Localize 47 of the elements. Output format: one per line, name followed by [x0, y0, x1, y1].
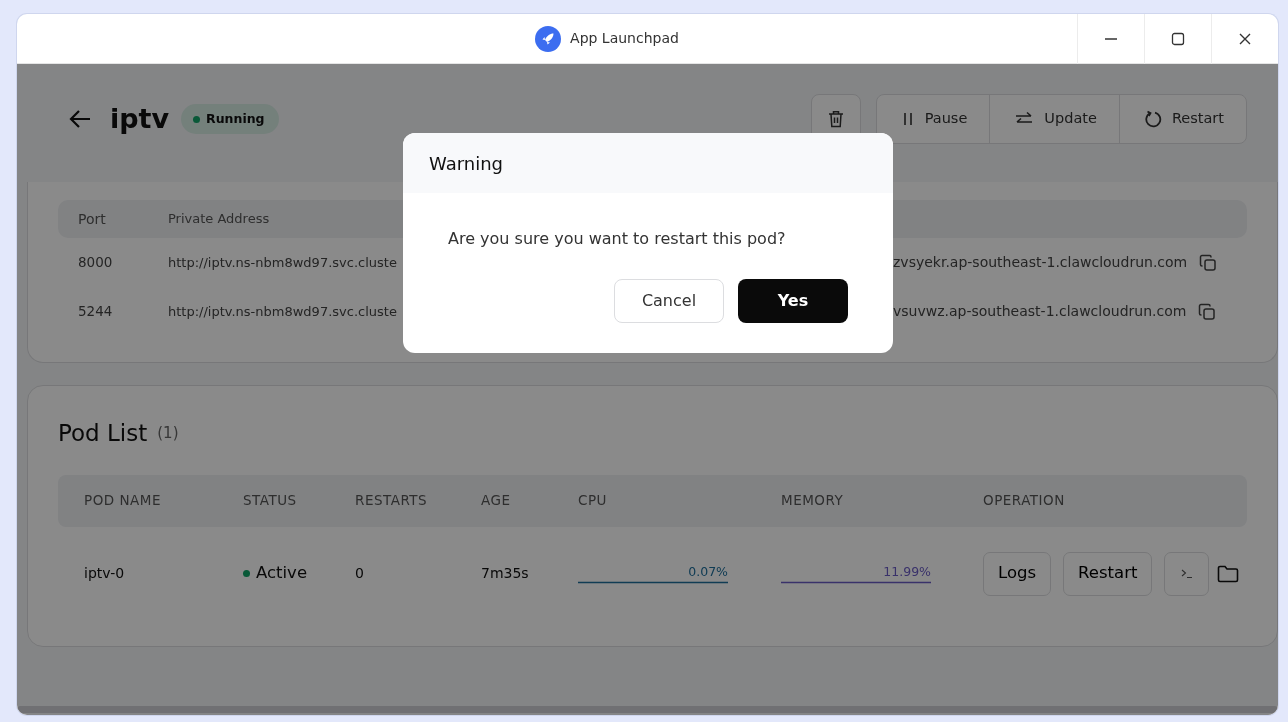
- maximize-icon: [1170, 30, 1186, 47]
- folder-icon[interactable]: [1217, 564, 1240, 583]
- cancel-button[interactable]: Cancel: [614, 279, 724, 323]
- back-arrow-icon[interactable]: [68, 109, 92, 129]
- column-header: AGE: [480, 491, 512, 511]
- table-cell-text: 7m35s: [480, 564, 530, 583]
- horizontal-scrollbar[interactable]: [17, 706, 1278, 713]
- minimize-icon: [1104, 37, 1118, 40]
- confirm-button[interactable]: Yes: [738, 279, 848, 323]
- column-header: POD NAME: [83, 491, 162, 511]
- column-header: RESTARTS: [354, 491, 429, 511]
- table-cell-text: Active: [256, 562, 308, 585]
- port-cell-text: 8000: [77, 253, 114, 273]
- column-header: MEMORY: [780, 491, 845, 511]
- app-name: iptv: [110, 101, 170, 136]
- status-dot: [193, 115, 201, 123]
- column-header: STATUS: [242, 491, 298, 511]
- table-cell-text: iptv-0: [83, 564, 126, 583]
- copy-icon[interactable]: [1198, 302, 1217, 321]
- rocket-logo-icon: [535, 25, 562, 52]
- logs-button[interactable]: Logs: [983, 551, 1052, 596]
- section-title: Pod List: [58, 419, 148, 448]
- status-dot: [243, 570, 250, 577]
- restart-button[interactable]: Restart: [1063, 551, 1153, 596]
- column-header: OPERATION: [982, 491, 1066, 511]
- address-cell-text: http://iptv.ns-nbm8wd97.svc.cluste: [168, 302, 398, 321]
- dialog-message: Are you sure you want to restart this pod?: [447, 228, 787, 250]
- terminal-icon: [1180, 568, 1193, 579]
- port-cell-text: 5244: [77, 302, 114, 322]
- restart-icon: [1143, 110, 1162, 128]
- address-cell-text: vsuvwz.ap-southeast-1.clawcloudrun.com: [893, 302, 1187, 321]
- column-header: Private Address: [168, 210, 271, 229]
- pod-count: (1): [157, 423, 179, 444]
- dialog-title: Warning: [403, 133, 893, 193]
- table-cell-text: 0: [354, 564, 365, 583]
- window-title: App Launchpad: [570, 29, 679, 48]
- trash-icon: [827, 110, 844, 128]
- copy-icon[interactable]: [1199, 253, 1218, 272]
- update-button[interactable]: Update: [989, 95, 1119, 143]
- column-header: Port: [77, 209, 107, 229]
- status-badge: Running: [181, 103, 279, 135]
- restart-button[interactable]: Restart: [1118, 95, 1246, 143]
- address-cell-text: http://iptv.ns-nbm8wd97.svc.cluste: [168, 253, 398, 272]
- column-header: CPU: [577, 491, 608, 511]
- address-cell-text: zvsyekr.ap-southeast-1.clawcloudrun.com: [893, 253, 1188, 272]
- usage-value: 11.99%: [883, 562, 931, 581]
- usage-value: 0.07%: [688, 562, 728, 581]
